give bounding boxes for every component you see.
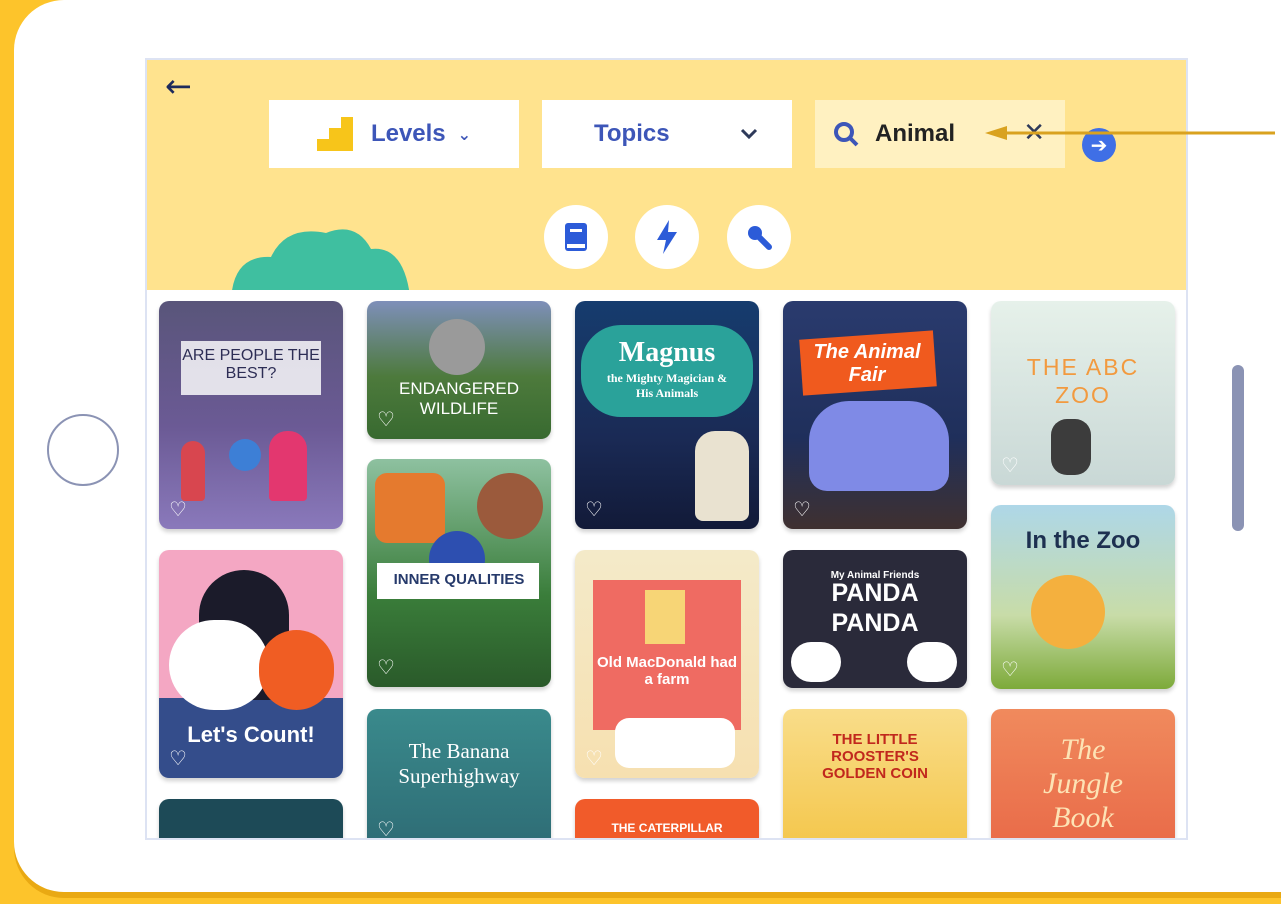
heart-icon[interactable]: ♡ (377, 657, 395, 677)
topics-label: Topics (594, 120, 670, 147)
book-card[interactable]: The Animal Fair ♡ (783, 301, 967, 529)
book-card[interactable]: THE ABC ZOO ♡ (991, 301, 1175, 485)
heart-icon[interactable]: ♡ (585, 499, 603, 519)
chevron-down-icon (740, 128, 758, 140)
book-title: In the Zoo (1025, 527, 1141, 554)
book-card[interactable]: The Jungle Book (991, 709, 1175, 838)
rabbit-art (169, 620, 269, 710)
heart-icon[interactable]: ♡ (793, 658, 811, 678)
book-title: ARE PEOPLE THE BEST? (182, 347, 320, 382)
book-card[interactable]: ENDANGERED WILDLIFE ♡ (367, 301, 551, 439)
monkey-art (429, 319, 485, 375)
book-title: Old MacDonald had a farm (597, 654, 738, 688)
heart-icon[interactable]: ♡ (377, 819, 395, 838)
globe-art (229, 439, 261, 471)
book-title: Magnus (618, 337, 716, 368)
bush-decoration (232, 229, 410, 290)
wizard-art (695, 431, 749, 521)
stairs-icon (316, 117, 353, 151)
search-icon (834, 122, 859, 147)
book-title: THE ABC ZOO (1026, 354, 1140, 408)
search-input[interactable] (873, 119, 997, 149)
book-card[interactable]: In the Zoo ♡ (991, 505, 1175, 689)
book-card[interactable]: Magnus the Mighty Magician & His Animals… (575, 301, 759, 529)
book-title: The Jungle Book (1043, 733, 1123, 834)
window-art (645, 590, 685, 644)
heart-icon[interactable]: ♡ (1001, 455, 1019, 475)
annotation-arrow (985, 126, 1275, 140)
scroll-indicator[interactable] (1232, 365, 1244, 531)
app-screen: ← Levels ⌄ Topics ✕ ➔ (145, 58, 1188, 840)
book-card[interactable]: ARE PEOPLE THE BEST? ♡ (159, 301, 343, 529)
book-title: THE LITTLE ROOSTER'S GOLDEN COIN (822, 731, 928, 782)
lightning-icon[interactable] (635, 205, 699, 269)
book-title: THE CATERPILLAR (611, 821, 723, 835)
panda-art (907, 642, 957, 682)
book-card[interactable]: THE LITTLE ROOSTER'S GOLDEN COIN (783, 709, 967, 838)
book-card[interactable]: THE CATERPILLAR (575, 799, 759, 838)
book-title: PANDA PANDA (831, 579, 919, 637)
book-title: Let's Count! (187, 722, 315, 747)
chevron-down-icon: ⌄ (457, 124, 472, 144)
topics-dropdown[interactable]: Topics (542, 100, 792, 168)
monkey-art (477, 473, 543, 539)
heart-icon[interactable]: ♡ (585, 748, 603, 768)
book-card[interactable]: INNER QUALITIES ♡ (367, 459, 551, 687)
farm-animals-art (615, 718, 735, 768)
heart-icon[interactable]: ♡ (377, 409, 395, 429)
alien-art (269, 431, 307, 501)
book-title: The Banana Superhighway (398, 739, 520, 788)
home-button[interactable] (47, 414, 119, 486)
search-icon[interactable] (727, 205, 791, 269)
book-title: The Animal Fair (813, 341, 921, 386)
filter-header: ← Levels ⌄ Topics ✕ ➔ (147, 60, 1186, 290)
levels-label: Levels (370, 120, 446, 147)
book-title: ENDANGERED WILDLIFE (399, 379, 519, 418)
levels-dropdown[interactable]: Levels ⌄ (269, 100, 519, 168)
heart-icon[interactable]: ♡ (169, 499, 187, 519)
alien-art (181, 441, 205, 501)
book-icon[interactable] (544, 205, 608, 269)
lion-art (1031, 575, 1105, 649)
book-subtitle: the Mighty Magician & His Animals (606, 371, 728, 400)
book-card[interactable]: The Banana Superhighway ♡ (367, 709, 551, 838)
book-card[interactable] (159, 799, 343, 838)
squirrel-art (259, 630, 334, 710)
book-card[interactable]: Let's Count! ♡ (159, 550, 343, 778)
heart-icon[interactable]: ♡ (169, 748, 187, 768)
book-title: INNER QUALITIES (393, 571, 525, 588)
elephant-art (809, 401, 949, 491)
heart-icon[interactable]: ♡ (793, 499, 811, 519)
heart-icon[interactable]: ♡ (1001, 659, 1019, 679)
book-card[interactable]: Old MacDonald had a farm ♡ (575, 550, 759, 778)
arrow-left-icon[interactable]: ← (165, 70, 192, 102)
book-card[interactable]: My Animal Friends PANDA PANDA ♡ (783, 550, 967, 688)
raccoon-art (1051, 419, 1091, 475)
fox-art (375, 473, 445, 543)
